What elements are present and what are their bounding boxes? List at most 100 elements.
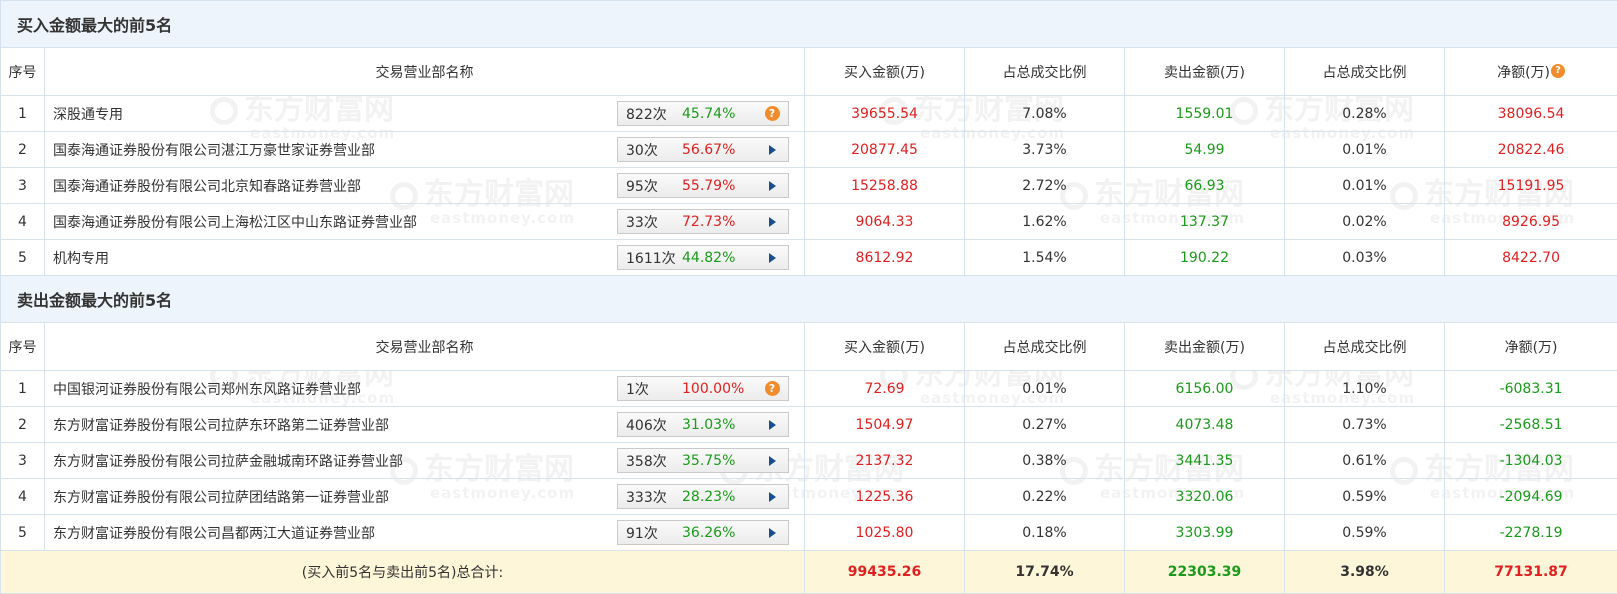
trade-count: 822次 — [618, 104, 682, 124]
expand-button[interactable] — [764, 138, 780, 161]
col-buy-header: 买入金额(万) — [805, 48, 965, 96]
buy-section-title: 买入金额最大的前5名 — [1, 1, 1617, 48]
trade-count: 95次 — [618, 176, 682, 196]
buy-ratio: 0.38% — [965, 443, 1125, 479]
trade-count: 1次 — [618, 379, 682, 399]
sell-ratio: 0.73% — [1285, 407, 1445, 443]
total-buy: 99435.26 — [805, 551, 965, 594]
buy-ratio: 1.54% — [965, 240, 1125, 276]
branch-name[interactable]: 国泰海通证券股份有限公司湛江万豪世家证券营业部 — [53, 140, 617, 160]
help-button[interactable]: ? — [764, 102, 780, 125]
col-net-header: 净额(万)? — [1445, 48, 1617, 96]
branch-cell: 国泰海通证券股份有限公司上海松江区中山东路证券营业部33次72.73% — [45, 204, 805, 240]
branch-name[interactable]: 深股通专用 — [53, 104, 617, 124]
expand-button[interactable] — [764, 210, 780, 233]
sell-section-header: 卖出金额最大的前5名 — [1, 276, 1617, 323]
sell-table-header: 序号 交易营业部名称 买入金额(万) 占总成交比例 卖出金额(万) 占总成交比例… — [1, 323, 1617, 371]
branch-cell: 东方财富证券股份有限公司拉萨金融城南环路证券营业部358次35.75% — [45, 443, 805, 479]
trade-count: 358次 — [618, 451, 682, 471]
branch-name[interactable]: 机构专用 — [53, 248, 617, 268]
trade-count: 1611次 — [618, 248, 682, 268]
sell-row: 2东方财富证券股份有限公司拉萨东环路第二证券营业部406次31.03%1504.… — [1, 407, 1617, 443]
col-buy-header: 买入金额(万) — [805, 323, 965, 371]
col-buy-ratio-header: 占总成交比例 — [965, 323, 1125, 371]
arrow-right-icon — [769, 145, 776, 155]
branch-name[interactable]: 东方财富证券股份有限公司昌都两江大道证券营业部 — [53, 523, 617, 543]
history-stat-box: 406次31.03% — [617, 412, 789, 437]
rank-cell: 2 — [1, 132, 45, 168]
buy-amount: 2137.32 — [805, 443, 965, 479]
buy-amount: 1225.36 — [805, 479, 965, 515]
trade-count: 30次 — [618, 140, 682, 160]
col-rank-header: 序号 — [1, 48, 45, 96]
buy-ratio: 1.62% — [965, 204, 1125, 240]
history-stat-box: 95次55.79% — [617, 173, 789, 198]
total-sell: 22303.39 — [1125, 551, 1285, 594]
win-rate: 28.23% — [682, 489, 764, 505]
expand-button[interactable] — [764, 174, 780, 197]
branch-name[interactable]: 国泰海通证券股份有限公司上海松江区中山东路证券营业部 — [53, 212, 617, 232]
lhb-page: 东方财富网eastmoney.com 东方财富网eastmoney.com 东方… — [0, 0, 1617, 591]
col-name-header: 交易营业部名称 — [45, 48, 805, 96]
net-help-icon[interactable]: ? — [1551, 64, 1565, 78]
col-buy-ratio-header: 占总成交比例 — [965, 48, 1125, 96]
buy-amount: 9064.33 — [805, 204, 965, 240]
sell-row: 5东方财富证券股份有限公司昌都两江大道证券营业部91次36.26%1025.80… — [1, 515, 1617, 551]
sell-amount: 54.99 — [1125, 132, 1285, 168]
trade-count: 333次 — [618, 487, 682, 507]
expand-button[interactable] — [764, 413, 780, 436]
win-rate: 35.75% — [682, 453, 764, 469]
help-button[interactable]: ? — [764, 377, 780, 400]
win-rate: 31.03% — [682, 417, 764, 433]
expand-button[interactable] — [764, 246, 780, 269]
branch-name[interactable]: 国泰海通证券股份有限公司北京知春路证券营业部 — [53, 176, 617, 196]
branch-cell: 深股通专用822次45.74%? — [45, 96, 805, 132]
rank-cell: 5 — [1, 515, 45, 551]
arrow-right-icon — [769, 217, 776, 227]
net-amount: -1304.03 — [1445, 443, 1617, 479]
arrow-right-icon — [769, 253, 776, 263]
expand-button[interactable] — [764, 449, 780, 472]
buy-ratio: 3.73% — [965, 132, 1125, 168]
branch-name[interactable]: 东方财富证券股份有限公司拉萨团结路第一证券营业部 — [53, 487, 617, 507]
buy-amount: 1025.80 — [805, 515, 965, 551]
expand-button[interactable] — [764, 485, 780, 508]
branch-cell: 东方财富证券股份有限公司昌都两江大道证券营业部91次36.26% — [45, 515, 805, 551]
sell-ratio: 0.02% — [1285, 204, 1445, 240]
history-stat-box: 1611次44.82% — [617, 245, 789, 270]
col-sell-header: 卖出金额(万) — [1125, 323, 1285, 371]
sell-amount: 137.37 — [1125, 204, 1285, 240]
buy-ratio: 0.27% — [965, 407, 1125, 443]
win-rate: 56.67% — [682, 142, 764, 158]
net-amount: -2094.69 — [1445, 479, 1617, 515]
lhb-table: 买入金额最大的前5名 序号 交易营业部名称 买入金额(万) 占总成交比例 卖出金… — [0, 0, 1617, 594]
sell-row: 4 东方财富证券股份有限公司拉萨团结路第一证券营业部333次28.23% 1225.… — [1, 479, 1617, 515]
buy-amount: 8612.92 — [805, 240, 965, 276]
buy-ratio: 0.22% — [965, 479, 1125, 515]
win-rate: 36.26% — [682, 525, 764, 541]
net-amount: -6083.31 — [1445, 371, 1617, 407]
sell-ratio: 0.28% — [1285, 96, 1445, 132]
col-sell-ratio-header: 占总成交比例 — [1285, 48, 1445, 96]
sell-section-title: 卖出金额最大的前5名 — [1, 276, 1617, 323]
buy-section-header: 买入金额最大的前5名 — [1, 1, 1617, 48]
sell-row: 3东方财富证券股份有限公司拉萨金融城南环路证券营业部358次35.75%2137… — [1, 443, 1617, 479]
expand-button[interactable] — [764, 521, 780, 544]
trade-count: 406次 — [618, 415, 682, 435]
net-amount: 15191.95 — [1445, 168, 1617, 204]
total-net: 77131.87 — [1445, 551, 1617, 594]
arrow-right-icon — [769, 528, 776, 538]
rank-cell: 3 — [1, 443, 45, 479]
branch-cell: 国泰海通证券股份有限公司湛江万豪世家证券营业部30次56.67% — [45, 132, 805, 168]
rank-cell: 3 — [1, 168, 45, 204]
sell-ratio: 0.03% — [1285, 240, 1445, 276]
branch-cell: 中国银河证券股份有限公司郑州东风路证券营业部1次100.00%? — [45, 371, 805, 407]
rank-cell: 4 — [1, 479, 45, 515]
buy-amount: 1504.97 — [805, 407, 965, 443]
total-buy-ratio: 17.74% — [965, 551, 1125, 594]
sell-row: 1中国银河证券股份有限公司郑州东风路证券营业部1次100.00%?72.690.… — [1, 371, 1617, 407]
arrow-right-icon — [769, 181, 776, 191]
branch-name[interactable]: 东方财富证券股份有限公司拉萨东环路第二证券营业部 — [53, 415, 617, 435]
branch-name[interactable]: 东方财富证券股份有限公司拉萨金融城南环路证券营业部 — [53, 451, 617, 471]
branch-name[interactable]: 中国银河证券股份有限公司郑州东风路证券营业部 — [53, 379, 617, 399]
